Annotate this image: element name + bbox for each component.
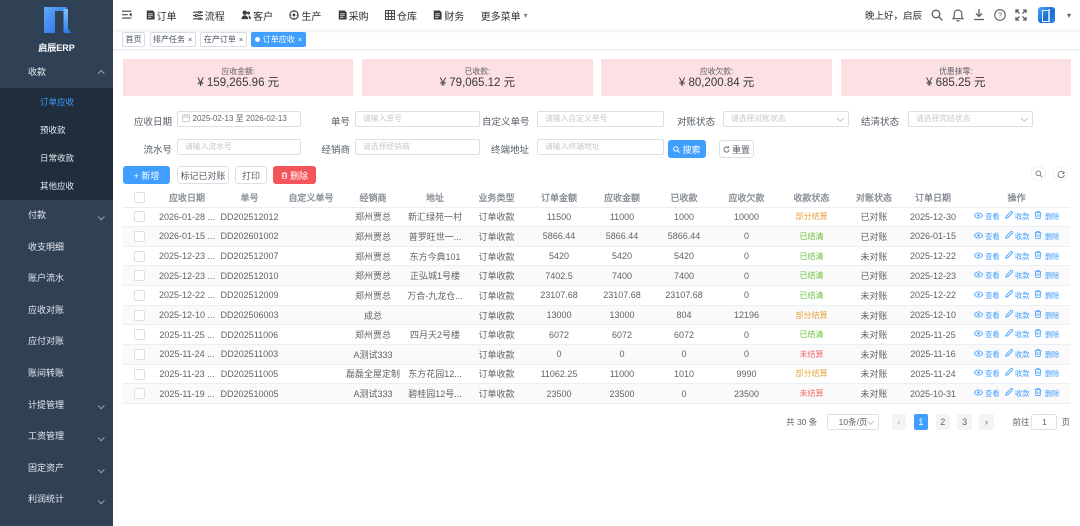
svg-text:?: ? (998, 11, 1002, 20)
